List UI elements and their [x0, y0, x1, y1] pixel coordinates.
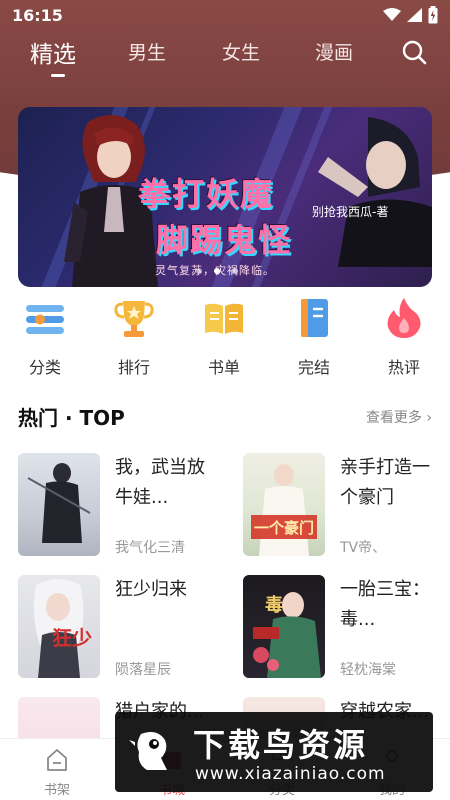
hot-section-header: 热门 · TOP 查看更多 › [18, 402, 432, 432]
flame-icon [387, 298, 421, 338]
watermark-title: 下载鸟资源 [193, 726, 369, 764]
notebook-icon [301, 299, 328, 337]
see-more-link[interactable]: 查看更多 › [366, 407, 432, 427]
shortcut-ranking[interactable]: 排行 [99, 296, 169, 378]
shortcut-label: 排行 [117, 358, 150, 377]
tab-featured[interactable]: 精选 [30, 35, 76, 69]
category-list-icon [26, 305, 64, 334]
book-author: 陨落星辰 [115, 662, 171, 678]
tab-female[interactable]: 女生 [222, 38, 260, 65]
open-book-icon [205, 303, 243, 334]
top-nav: 精选 男生 女生 漫画 [0, 32, 450, 76]
book-author: TV帝、 [340, 540, 387, 556]
svg-text:一个豪门: 一个豪门 [254, 519, 314, 537]
book-title: 狂少归来 [115, 579, 187, 600]
active-tab-indicator [51, 74, 65, 77]
shortcut-label: 热评 [387, 358, 420, 377]
banner-dot[interactable] [232, 268, 238, 274]
shortcut-completed[interactable]: 完结 [279, 296, 349, 378]
trophy-icon [114, 301, 154, 337]
tab-comics[interactable]: 漫画 [315, 38, 353, 65]
cover-art-swordsman [27, 463, 91, 543]
banner-character-right [318, 117, 432, 267]
book-title: 亲手打造一个豪门 [340, 457, 430, 508]
shortcut-booklist[interactable]: 书单 [189, 296, 259, 378]
bookshelf-icon [47, 749, 67, 771]
book-card[interactable]: 狂少 狂少归来 陨落星辰 [18, 575, 218, 685]
book-title: 一胎三宝：毒... [340, 579, 430, 630]
shortcut-label: 书单 [207, 358, 240, 377]
watermark-url: www.xiazainiao.com [195, 764, 386, 784]
nav-bookshelf[interactable]: 书架 [17, 739, 97, 798]
banner-author: 别抢我西瓜-著 [312, 205, 389, 219]
banner-title-line1: 拳打妖魔 [138, 175, 275, 213]
svg-text:毒: 毒 [265, 594, 283, 616]
status-time: 16:15 [12, 5, 63, 25]
svg-text:狂少: 狂少 [52, 626, 92, 650]
bird-logo-icon [129, 732, 167, 770]
wifi-icon [383, 8, 401, 21]
banner-dot[interactable] [214, 268, 220, 274]
book-title: 我，武当放牛娃... [115, 457, 205, 508]
see-more-label: 查看更多 [365, 410, 422, 426]
book-cover [18, 453, 100, 556]
book-card[interactable]: 毒 一胎三宝：毒... 轻枕海棠 [243, 575, 443, 685]
nav-label: 书架 [43, 783, 70, 798]
banner-page-indicator [0, 268, 450, 276]
cover-art-white-hair: 狂少 [33, 579, 92, 678]
section-title: 热门 · TOP [18, 406, 125, 430]
search-icon[interactable] [400, 38, 428, 66]
banner-title-line2: 脚踢鬼怪 [156, 221, 293, 259]
chevron-right-icon: › [426, 410, 432, 426]
book-author: 我气化三清 [115, 540, 185, 556]
app-screen: 16:15 精选 男生 女生 漫画 拳打妖魔 脚踢鬼怪 别抢我西瓜-著 分类 排… [0, 0, 450, 800]
book-cover: 狂少 [18, 575, 100, 678]
featured-banner[interactable]: 拳打妖魔 脚踢鬼怪 别抢我西瓜-著 灵气复苏，灾祸降临。 [18, 107, 432, 287]
battery-icon [428, 6, 438, 24]
cover-art-bride: 一个豪门 [251, 464, 317, 556]
book-card[interactable]: 一个豪门 亲手打造一个豪门 TV帝、 [243, 453, 443, 563]
signal-icon [407, 8, 422, 22]
category-shortcuts: 分类 排行 书单 完结 热评 [0, 296, 450, 386]
book-cover: 一个豪门 [243, 453, 325, 556]
book-cover: 毒 [243, 575, 325, 678]
status-icons [383, 6, 438, 24]
watermark-overlay: 下载鸟资源 www.xiazainiao.com [115, 712, 433, 792]
shortcut-label: 分类 [28, 358, 61, 377]
shortcut-category[interactable]: 分类 [10, 296, 80, 378]
book-card[interactable]: 我，武当放牛娃... 我气化三清 [18, 453, 218, 563]
book-author: 轻枕海棠 [340, 662, 396, 678]
shortcut-label: 完结 [297, 358, 330, 377]
cover-art-poison-consort: 毒 [253, 592, 321, 678]
status-bar: 16:15 [0, 0, 450, 30]
banner-dot[interactable] [196, 268, 202, 274]
shortcut-hot-reviews[interactable]: 热评 [369, 296, 439, 378]
tab-male[interactable]: 男生 [128, 38, 166, 65]
